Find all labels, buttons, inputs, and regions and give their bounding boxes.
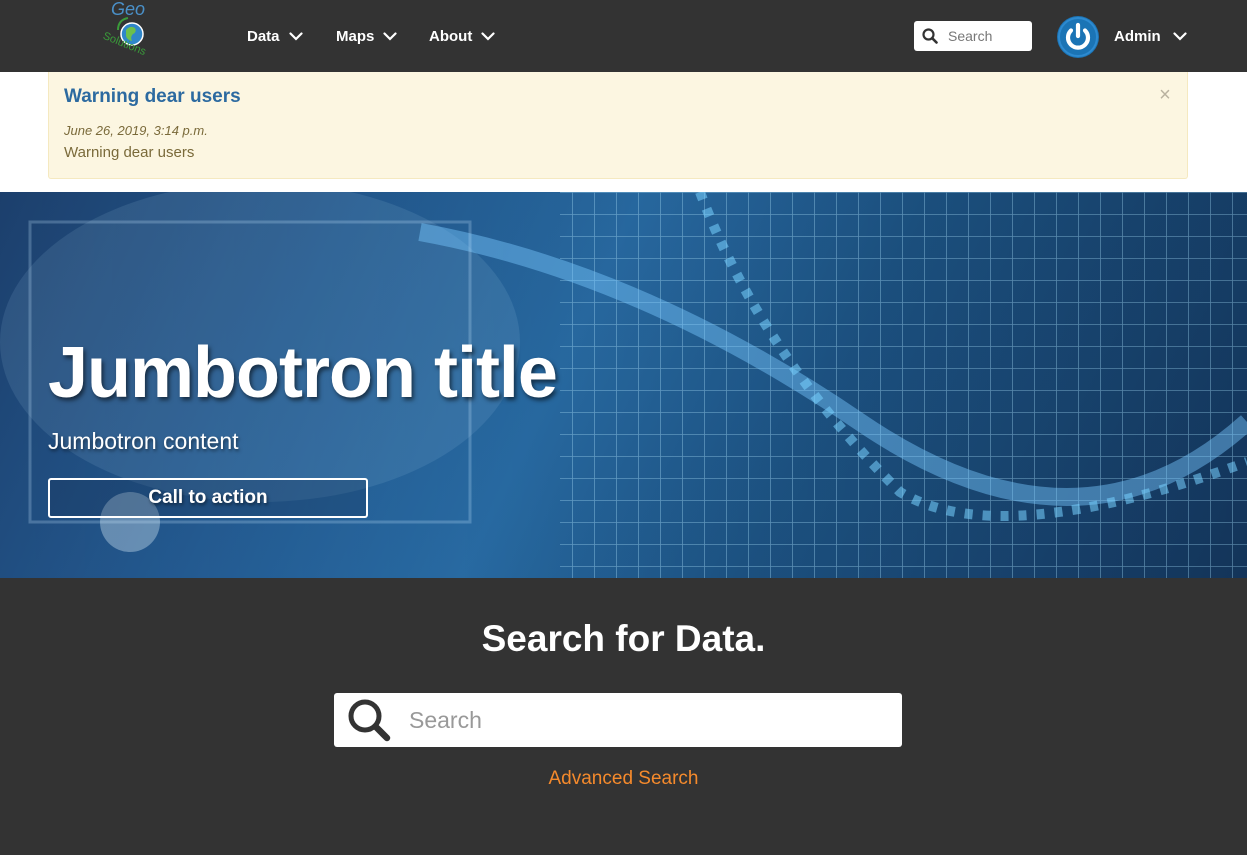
alert-title: Warning dear users bbox=[64, 86, 241, 107]
nav-about-label: About bbox=[429, 27, 473, 45]
nav-maps-menu[interactable]: Maps bbox=[336, 24, 397, 48]
nav-search-input[interactable] bbox=[948, 24, 1028, 48]
nav-data-menu[interactable]: Data bbox=[247, 24, 303, 48]
jumbotron-title: Jumbotron title bbox=[48, 333, 558, 413]
chevron-down-icon bbox=[1173, 31, 1187, 41]
logo-globe-icon: Geo Solutions bbox=[101, 0, 148, 58]
close-icon[interactable]: × bbox=[1156, 85, 1174, 105]
search-icon bbox=[922, 28, 938, 44]
user-menu[interactable]: Admin bbox=[1114, 24, 1187, 48]
jumbotron: Jumbotron title Jumbotron content Call t… bbox=[0, 192, 1247, 578]
chevron-down-icon bbox=[288, 31, 303, 41]
search-title: Search for Data. bbox=[481, 618, 766, 659]
main-search-input[interactable] bbox=[409, 700, 879, 740]
chevron-down-icon bbox=[383, 31, 397, 41]
nav-search-box[interactable] bbox=[914, 21, 1032, 51]
main-search-box[interactable] bbox=[334, 693, 902, 747]
alert-body: Warning dear users bbox=[64, 144, 195, 161]
navbar: Geo Solutions Data Maps About A bbox=[0, 0, 1247, 72]
svg-text:Geo: Geo bbox=[111, 0, 145, 19]
call-to-action-button[interactable]: Call to action bbox=[48, 478, 368, 518]
user-name: Admin bbox=[1114, 27, 1161, 45]
geosolutions-logo[interactable]: Geo Solutions bbox=[96, 0, 170, 68]
chevron-down-icon bbox=[481, 31, 495, 41]
avatar[interactable] bbox=[1057, 16, 1099, 58]
nav-maps-label: Maps bbox=[336, 27, 375, 45]
power-icon bbox=[1058, 17, 1098, 57]
search-icon bbox=[348, 699, 391, 742]
alert-date: June 26, 2019, 3:14 p.m. bbox=[64, 123, 208, 138]
warning-alert: Warning dear users June 26, 2019, 3:14 p… bbox=[48, 72, 1188, 179]
nav-data-label: Data bbox=[247, 27, 280, 45]
nav-about-menu[interactable]: About bbox=[429, 24, 495, 48]
search-section: Search for Data. Advanced Search bbox=[0, 578, 1247, 855]
advanced-search-link[interactable]: Advanced Search bbox=[0, 768, 1247, 790]
jumbotron-content: Jumbotron content bbox=[48, 428, 239, 454]
